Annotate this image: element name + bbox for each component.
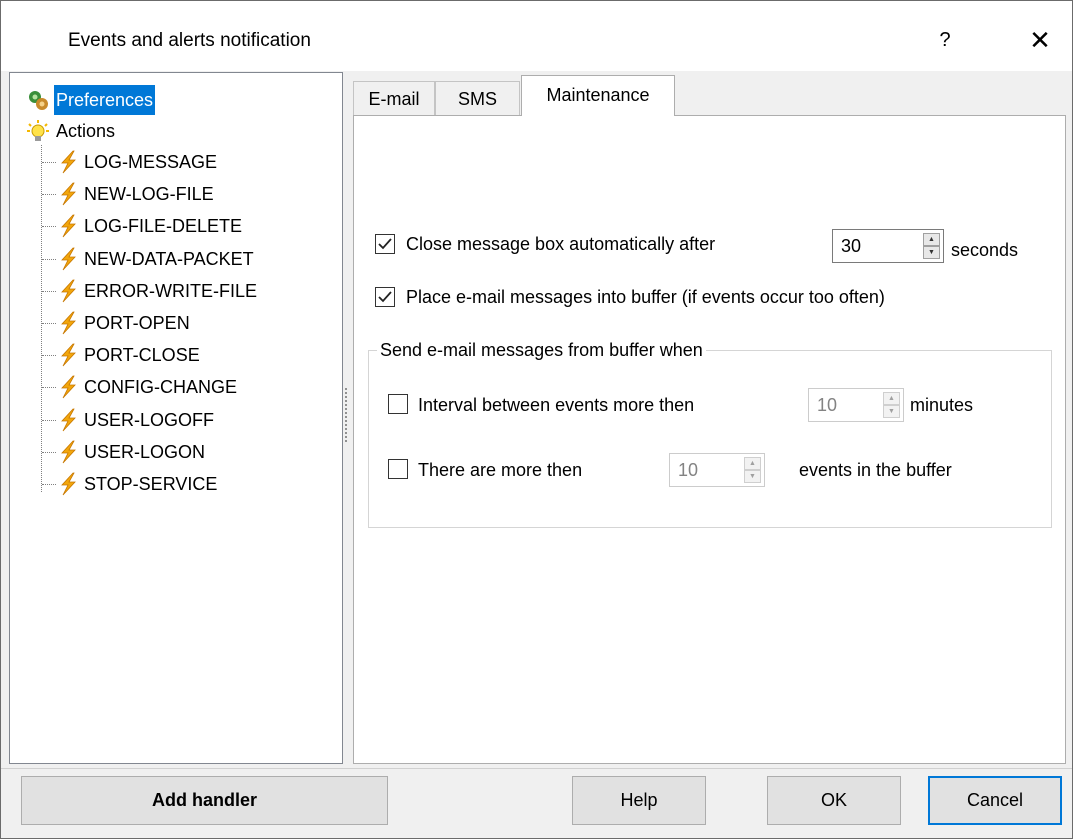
tree-label-actions: Actions xyxy=(56,121,116,141)
tree-connector-line xyxy=(42,323,56,324)
lightning-icon xyxy=(61,343,76,367)
tree-label-action: ERROR-WRITE-FILE xyxy=(84,281,257,301)
spin-up-icon[interactable]: ▲ xyxy=(883,392,900,405)
tree-label-action: CONFIG-CHANGE xyxy=(84,377,237,397)
checkmark-icon xyxy=(378,291,392,303)
tree-connector-line xyxy=(42,420,56,421)
interval-unit: minutes xyxy=(910,395,974,415)
window-title: Events and alerts notification xyxy=(68,30,311,51)
ok-button[interactable]: OK xyxy=(767,776,901,825)
count-unit: events in the buffer xyxy=(799,460,952,480)
splitter-grip[interactable] xyxy=(345,388,350,442)
spinner-buttons: ▲ ▼ xyxy=(883,392,900,418)
close-box-checkbox[interactable] xyxy=(375,234,395,254)
help-button[interactable]: Help xyxy=(572,776,706,825)
lightning-icon xyxy=(61,214,76,238)
lightning-icon xyxy=(61,182,76,206)
spin-up-icon[interactable]: ▲ xyxy=(923,233,940,246)
close-icon[interactable]: ✕ xyxy=(1025,25,1055,55)
tree-connector-line xyxy=(42,162,56,163)
events-tree[interactable]: Preferences Actions LOG-MESSAGE NEW-LOG-… xyxy=(9,72,343,764)
button-bar-separator xyxy=(1,768,1072,769)
tree-connector-line xyxy=(42,259,56,260)
splitter[interactable] xyxy=(343,72,352,764)
tree-label-action: NEW-LOG-FILE xyxy=(84,184,214,204)
checkmark-icon xyxy=(378,238,392,250)
count-checkbox[interactable] xyxy=(388,459,408,479)
lightning-icon xyxy=(61,150,76,174)
spin-down-icon[interactable]: ▼ xyxy=(883,405,900,418)
tree-connector-line xyxy=(42,355,56,356)
title-bar: Events and alerts notification ? ✕ xyxy=(1,1,1072,71)
tree-label-action: USER-LOGON xyxy=(84,442,206,462)
tree-label-action: LOG-MESSAGE xyxy=(84,152,218,172)
interval-label: Interval between events more then xyxy=(418,395,695,415)
lightning-icon xyxy=(61,311,76,335)
spin-up-icon[interactable]: ▲ xyxy=(744,457,761,470)
tree-connector-line xyxy=(42,194,56,195)
cancel-button[interactable]: Cancel xyxy=(928,776,1062,825)
lightning-icon xyxy=(61,375,76,399)
tree-label-action: NEW-DATA-PACKET xyxy=(84,249,254,269)
event-count-value[interactable]: 10 xyxy=(678,459,698,481)
interval-minutes-value[interactable]: 10 xyxy=(817,394,837,416)
tree-connector-line xyxy=(42,452,56,453)
lightning-icon xyxy=(61,279,76,303)
close-seconds-unit: seconds xyxy=(951,240,1019,260)
spinner-buttons: ▲ ▼ xyxy=(744,457,761,483)
dialog-window: Events and alerts notification ? ✕ Prefe… xyxy=(0,0,1073,839)
buffer-label: Place e-mail messages into buffer (if ev… xyxy=(406,287,885,307)
preferences-icon xyxy=(29,91,48,110)
interval-checkbox[interactable] xyxy=(388,394,408,414)
spin-down-icon[interactable]: ▼ xyxy=(923,246,940,259)
tree-connector-line xyxy=(42,484,56,485)
dialog-client: Preferences Actions LOG-MESSAGE NEW-LOG-… xyxy=(1,71,1072,838)
tree-label-action: STOP-SERVICE xyxy=(84,474,218,494)
tree-connector-line xyxy=(41,145,42,492)
tree-label-action: USER-LOGOFF xyxy=(84,410,215,430)
add-handler-button[interactable]: Add handler xyxy=(21,776,388,825)
tree-label-action: PORT-OPEN xyxy=(84,313,190,333)
tab-sms[interactable]: SMS xyxy=(435,81,520,115)
close-seconds-spinner[interactable]: 30 ▲ ▼ xyxy=(832,229,944,263)
tree-label-action: LOG-FILE-DELETE xyxy=(84,216,243,236)
help-icon[interactable]: ? xyxy=(933,25,957,55)
tree-connector-line xyxy=(42,226,56,227)
lightning-icon xyxy=(61,472,76,496)
tree-connector-line xyxy=(42,387,56,388)
maintenance-panel: Close message box automatically after 30… xyxy=(353,115,1066,764)
lightning-icon xyxy=(61,440,76,464)
interval-minutes-spinner[interactable]: 10 ▲ ▼ xyxy=(808,388,904,422)
spin-down-icon[interactable]: ▼ xyxy=(744,470,761,483)
lightning-icon xyxy=(61,247,76,271)
group-title: Send e-mail messages from buffer when xyxy=(377,339,706,361)
tab-maintenance[interactable]: Maintenance xyxy=(521,75,675,116)
tab-control: E-mail SMS Maintenance Close message box… xyxy=(353,72,1066,764)
tab-email[interactable]: E-mail xyxy=(353,81,435,115)
lightning-icon xyxy=(61,408,76,432)
lightbulb-icon xyxy=(27,120,49,141)
tree-label-action: PORT-CLOSE xyxy=(84,345,200,365)
send-from-buffer-group: Send e-mail messages from buffer when In… xyxy=(368,339,1052,528)
close-seconds-value[interactable]: 30 xyxy=(841,235,861,257)
count-label: There are more then xyxy=(418,460,583,480)
close-box-label: Close message box automatically after xyxy=(406,234,716,254)
tree-label-preferences: Preferences xyxy=(54,85,156,115)
buffer-checkbox[interactable] xyxy=(375,287,395,307)
event-count-spinner[interactable]: 10 ▲ ▼ xyxy=(669,453,765,487)
spinner-buttons: ▲ ▼ xyxy=(923,233,940,259)
tree-connector-line xyxy=(42,291,56,292)
